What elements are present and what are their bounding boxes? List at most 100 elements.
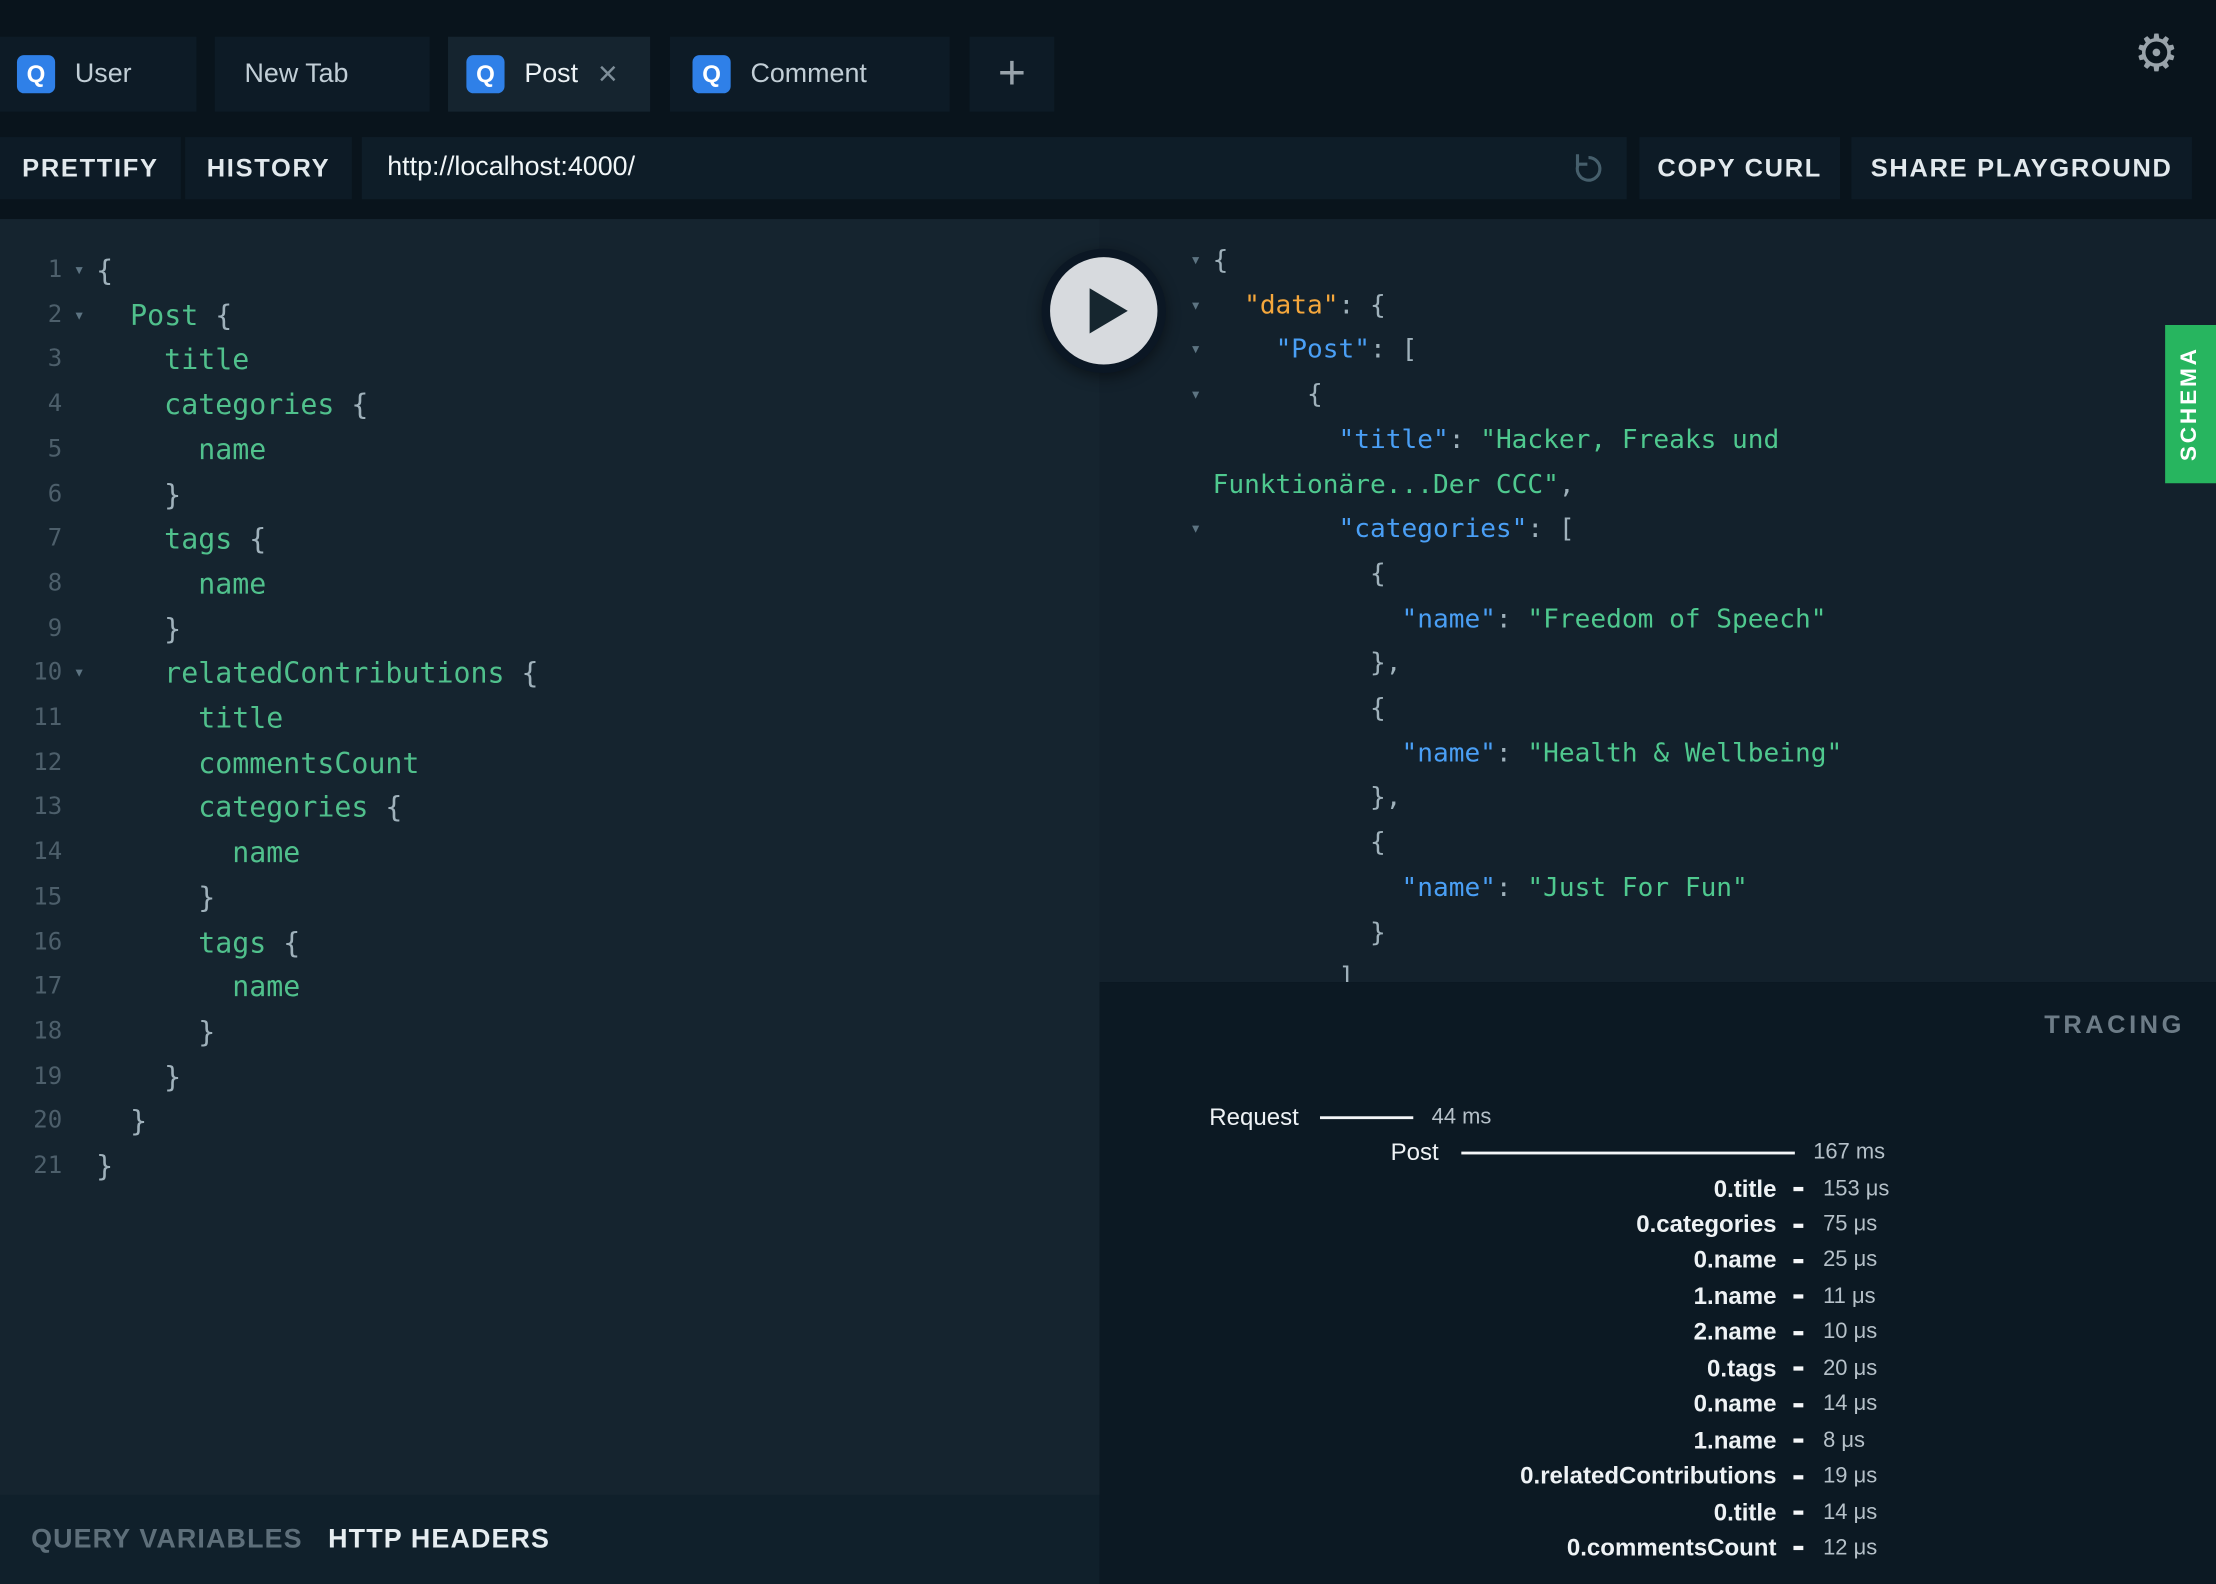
fold-gutter <box>62 562 96 607</box>
trace-bar <box>1793 1187 1804 1192</box>
query-code-line: 9 } <box>0 607 1100 652</box>
tab-user[interactable]: Q User <box>0 36 197 112</box>
tab-post[interactable]: Q Post × <box>448 36 651 112</box>
history-button[interactable]: HISTORY <box>185 137 352 200</box>
trace-row: 0.commentsCount 12 μs <box>1100 1531 2216 1567</box>
trace-label: 0.title <box>1713 1175 1777 1202</box>
trace-label: 0.tags <box>1707 1354 1777 1382</box>
trace-label: Request <box>1209 1103 1299 1131</box>
tab-label: Post <box>524 58 579 89</box>
prettify-button[interactable]: PRETTIFY <box>0 137 181 200</box>
fold-gutter <box>1179 956 1213 982</box>
query-code-line: 19 } <box>0 1055 1100 1100</box>
query-code-line: 21} <box>0 1145 1100 1190</box>
playground-window: Q User New Tab Q Post × Q Comment + ⚙ PR… <box>0 0 2216 1584</box>
fold-arrow-icon[interactable]: ▾ <box>62 249 96 294</box>
fold-gutter <box>1179 418 1213 463</box>
trace-row: 1.name 11 μs <box>1100 1279 2216 1315</box>
response-code-line: "title": "Hacker, Freaks und <box>1179 418 2216 463</box>
topbar: Q User New Tab Q Post × Q Comment + ⚙ PR… <box>0 0 2216 220</box>
fold-gutter <box>1179 463 1213 508</box>
tab-bar: Q User New Tab Q Post × Q Comment + <box>0 36 1055 112</box>
fold-arrow-icon[interactable]: ▾ <box>62 293 96 338</box>
query-code-line: 1 ▾{ <box>0 249 1100 294</box>
query-code-line: 5 name <box>0 428 1100 473</box>
tab-new-tab[interactable]: New Tab <box>214 36 430 112</box>
fold-arrow-icon[interactable]: ▾ <box>1179 284 1213 329</box>
fold-gutter <box>62 876 96 921</box>
settings-gear-icon[interactable]: ⚙ <box>2134 25 2180 83</box>
response-code-line: }, <box>1179 776 2216 821</box>
query-editor[interactable]: 1 ▾{2 ▾ Post {3 title 4 categories {5 name 6… <box>0 219 1100 1189</box>
trace-bar <box>1461 1151 1795 1155</box>
query-code-line: 7 tags { <box>0 517 1100 562</box>
query-code-line: 10 ▾ relatedContributions { <box>0 652 1100 697</box>
trace-time: 20 μs <box>1823 1356 1878 1381</box>
trace-time: 19 μs <box>1823 1464 1878 1489</box>
tab-label: Comment <box>750 58 867 89</box>
response-code-line: "name": "Health & Wellbeing" <box>1179 732 2216 777</box>
line-number: 14 <box>33 838 63 867</box>
query-badge-icon: Q <box>466 55 505 94</box>
trace-bar <box>1793 1258 1804 1264</box>
trace-row: 2.name 10 μs <box>1100 1315 2216 1351</box>
add-tab-button[interactable]: + <box>969 36 1055 112</box>
trace-row: 0.name 14 μs <box>1100 1387 2216 1423</box>
fold-arrow-icon[interactable]: ▾ <box>1179 508 1213 553</box>
fold-arrow-icon[interactable]: ▾ <box>1179 328 1213 373</box>
line-number: 8 <box>47 569 63 598</box>
line-number: 1 <box>47 255 63 285</box>
fold-arrow-icon[interactable]: ▾ <box>1179 239 1213 284</box>
trace-row: Request 44 ms <box>1100 1099 2216 1135</box>
response-code-line: "name": "Freedom of Speech" <box>1179 597 2216 642</box>
execute-button[interactable] <box>1041 248 1166 374</box>
trace-rows: Request 44 ms Post 167 ms 0.title 153 μs 0.cat… <box>1100 1099 2216 1566</box>
trace-label: Post <box>1390 1139 1439 1166</box>
query-editor-pane[interactable]: 1 ▾{2 ▾ Post {3 title 4 categories {5 name 6… <box>0 219 1100 1495</box>
response-code-line: ▾ { <box>1179 373 2216 418</box>
fold-gutter <box>62 1055 96 1100</box>
tracing-title[interactable]: TRACING <box>2044 1010 2185 1040</box>
trace-label: 0.categories <box>1636 1211 1777 1238</box>
close-tab-icon[interactable]: × <box>598 57 618 91</box>
query-variables-tab[interactable]: QUERY VARIABLES <box>31 1524 303 1555</box>
refresh-icon[interactable] <box>1570 150 1607 187</box>
tab-comment[interactable]: Q Comment <box>669 36 950 112</box>
trace-bar <box>1793 1330 1804 1336</box>
fold-arrow-icon[interactable]: ▾ <box>62 652 96 697</box>
trace-bar <box>1319 1115 1414 1119</box>
query-code-line: 13 categories { <box>0 786 1100 831</box>
line-number: 7 <box>47 524 63 553</box>
trace-bar <box>1793 1474 1804 1479</box>
query-code-line: 4 categories { <box>0 383 1100 428</box>
query-code-line: 8 name <box>0 562 1100 607</box>
schema-tab[interactable]: SCHEMA <box>2165 324 2216 484</box>
response-code-line: "name": "Just For Fun" <box>1179 866 2216 911</box>
response-code-line: Funktionäre...Der CCC", <box>1179 463 2216 508</box>
line-number: 16 <box>33 927 63 956</box>
response-viewer: ▾{▾ "data": {▾ "Post": [▾ { "title": "Ha… <box>1100 219 2216 982</box>
fold-gutter <box>62 428 96 473</box>
trace-label: 0.commentsCount <box>1566 1534 1777 1562</box>
fold-gutter <box>62 965 96 1010</box>
query-code-line: 11 title <box>0 697 1100 742</box>
fold-gutter <box>1179 866 1213 911</box>
trace-time: 25 μs <box>1823 1248 1878 1273</box>
response-code-line: { <box>1179 687 2216 732</box>
fold-gutter <box>62 1100 96 1145</box>
url-input[interactable] <box>361 137 1627 200</box>
fold-gutter <box>1179 552 1213 597</box>
line-number: 17 <box>33 972 63 1001</box>
response-code-line: }, <box>1179 642 2216 687</box>
line-number: 13 <box>33 793 63 822</box>
fold-gutter <box>1179 911 1213 956</box>
share-playground-button[interactable]: SHARE PLAYGROUND <box>1851 137 2192 200</box>
fold-gutter <box>1179 597 1213 642</box>
trace-row: 0.name 25 μs <box>1100 1243 2216 1279</box>
url-bar <box>361 137 1627 200</box>
http-headers-tab[interactable]: HTTP HEADERS <box>328 1524 550 1555</box>
response-code-line: { <box>1179 821 2216 866</box>
fold-arrow-icon[interactable]: ▾ <box>1179 373 1213 418</box>
copy-curl-button[interactable]: COPY CURL <box>1639 137 1841 200</box>
line-number: 9 <box>47 614 63 643</box>
